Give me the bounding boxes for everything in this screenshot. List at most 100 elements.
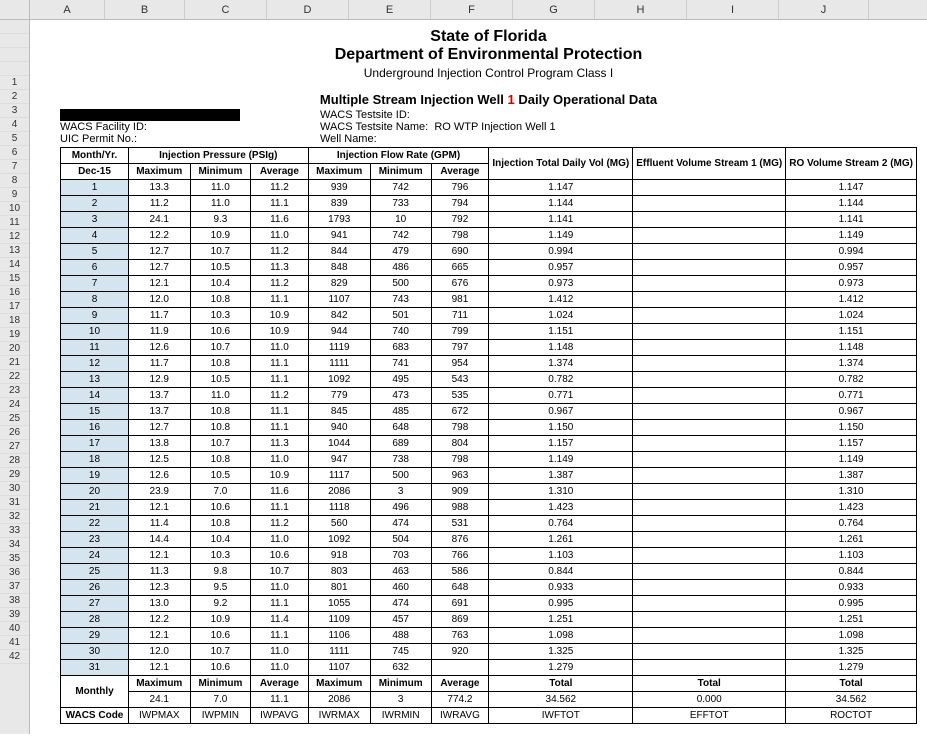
sum-pavg[interactable]: 11.1 xyxy=(251,692,308,708)
cell-tot[interactable]: 1.024 xyxy=(489,308,633,324)
cell-fmax[interactable]: 941 xyxy=(308,228,370,244)
cell-eff[interactable] xyxy=(633,196,786,212)
cell-pavg[interactable]: 11.1 xyxy=(251,596,308,612)
row-header-15[interactable]: 15 xyxy=(0,272,29,286)
cell-pmin[interactable]: 11.0 xyxy=(190,180,251,196)
cell-fmin[interactable]: 632 xyxy=(370,660,431,676)
cell-pmin[interactable]: 10.5 xyxy=(190,260,251,276)
cell-pavg[interactable]: 11.6 xyxy=(251,212,308,228)
cell-favg[interactable]: 648 xyxy=(431,580,489,596)
cell-pmax[interactable]: 13.7 xyxy=(128,404,190,420)
cell-pmax[interactable]: 12.7 xyxy=(128,260,190,276)
row-header-blank[interactable] xyxy=(0,20,29,34)
cell-fmin[interactable]: 496 xyxy=(370,500,431,516)
cell-tot[interactable]: 1.251 xyxy=(489,612,633,628)
cell-pavg[interactable]: 11.0 xyxy=(251,452,308,468)
cell-pmax[interactable]: 13.7 xyxy=(128,388,190,404)
cell-tot[interactable]: 1.279 xyxy=(489,660,633,676)
cell-pmin[interactable]: 10.7 xyxy=(190,244,251,260)
cell-fmax[interactable]: 845 xyxy=(308,404,370,420)
cell-pmax[interactable]: 12.6 xyxy=(128,340,190,356)
row-header-33[interactable]: 33 xyxy=(0,524,29,538)
cell-eff[interactable] xyxy=(633,660,786,676)
row-header-38[interactable]: 38 xyxy=(0,594,29,608)
wacs-fmax[interactable]: IWRMAX xyxy=(308,708,370,724)
cell-eff[interactable] xyxy=(633,180,786,196)
table-row[interactable]: 512.710.711.28444796900.9940.994 xyxy=(61,244,917,260)
row-header-6[interactable]: 6 xyxy=(0,146,29,160)
cell-pmin[interactable]: 10.6 xyxy=(190,660,251,676)
cell-eff[interactable] xyxy=(633,244,786,260)
hdr-effluent[interactable]: Effluent Volume Stream 1 (MG) xyxy=(633,148,786,180)
table-row[interactable]: 211.211.011.18397337941.1441.144 xyxy=(61,196,917,212)
cell-fmin[interactable]: 745 xyxy=(370,644,431,660)
cell-fmin[interactable]: 10 xyxy=(370,212,431,228)
cell-d[interactable]: 30 xyxy=(61,644,129,660)
cell-eff[interactable] xyxy=(633,580,786,596)
cell-favg[interactable]: 543 xyxy=(431,372,489,388)
cell-tot[interactable]: 1.412 xyxy=(489,292,633,308)
cell-d[interactable]: 9 xyxy=(61,308,129,324)
cell-ro[interactable]: 0.973 xyxy=(786,276,917,292)
cell-tot[interactable]: 1.261 xyxy=(489,532,633,548)
cell-pmin[interactable]: 10.8 xyxy=(190,292,251,308)
cell-pmin[interactable]: 10.9 xyxy=(190,228,251,244)
row-header-3[interactable]: 3 xyxy=(0,104,29,118)
cell-favg[interactable]: 672 xyxy=(431,404,489,420)
table-row[interactable]: 2112.110.611.111184969881.4231.423 xyxy=(61,500,917,516)
cell-tot[interactable]: 1.098 xyxy=(489,628,633,644)
cell-fmin[interactable]: 457 xyxy=(370,612,431,628)
row-header-25[interactable]: 25 xyxy=(0,412,29,426)
cell-fmax[interactable]: 939 xyxy=(308,180,370,196)
cell-eff[interactable] xyxy=(633,564,786,580)
cell-favg[interactable]: 711 xyxy=(431,308,489,324)
cell-ro[interactable]: 1.148 xyxy=(786,340,917,356)
cell-favg[interactable]: 799 xyxy=(431,324,489,340)
row-header-32[interactable]: 32 xyxy=(0,510,29,524)
cell-fmax[interactable]: 2086 xyxy=(308,484,370,500)
cell-fmin[interactable]: 474 xyxy=(370,516,431,532)
cell-fmax[interactable]: 1106 xyxy=(308,628,370,644)
table-row[interactable]: 1413.711.011.27794735350.7710.771 xyxy=(61,388,917,404)
cell-eff[interactable] xyxy=(633,420,786,436)
cell-fmin[interactable]: 742 xyxy=(370,228,431,244)
cell-favg[interactable] xyxy=(431,660,489,676)
cell-fmax[interactable]: 842 xyxy=(308,308,370,324)
cell-eff[interactable] xyxy=(633,404,786,420)
table-row[interactable]: 2023.97.011.6208639091.3101.310 xyxy=(61,484,917,500)
cell-favg[interactable]: 869 xyxy=(431,612,489,628)
cell-pmax[interactable]: 13.8 xyxy=(128,436,190,452)
cell-fmin[interactable]: 473 xyxy=(370,388,431,404)
cell-ro[interactable]: 0.967 xyxy=(786,404,917,420)
cell-pmax[interactable]: 13.0 xyxy=(128,596,190,612)
cell-tot[interactable]: 1.387 xyxy=(489,468,633,484)
cell-tot[interactable]: 1.149 xyxy=(489,228,633,244)
cell-ro[interactable]: 1.387 xyxy=(786,468,917,484)
cell-d[interactable]: 3 xyxy=(61,212,129,228)
cell-eff[interactable] xyxy=(633,388,786,404)
sum-favg[interactable]: 774.2 xyxy=(431,692,489,708)
cell-pmax[interactable]: 11.2 xyxy=(128,196,190,212)
cell-eff[interactable] xyxy=(633,372,786,388)
cell-eff[interactable] xyxy=(633,548,786,564)
cell-pavg[interactable]: 11.1 xyxy=(251,292,308,308)
cell-fmin[interactable]: 703 xyxy=(370,548,431,564)
cell-tot[interactable]: 0.771 xyxy=(489,388,633,404)
cell-ro[interactable]: 1.310 xyxy=(786,484,917,500)
cell-tot[interactable]: 1.103 xyxy=(489,548,633,564)
cell-d[interactable]: 5 xyxy=(61,244,129,260)
cell-d[interactable]: 12 xyxy=(61,356,129,372)
hdr-grp-pressure[interactable]: Injection Pressure (PSIg) xyxy=(128,148,308,164)
row-header-42[interactable]: 42 xyxy=(0,650,29,664)
table-row[interactable]: 2812.210.911.411094578691.2511.251 xyxy=(61,612,917,628)
cell-fmax[interactable]: 829 xyxy=(308,276,370,292)
cell-pmax[interactable]: 14.4 xyxy=(128,532,190,548)
cell-favg[interactable]: 794 xyxy=(431,196,489,212)
cell-fmax[interactable]: 940 xyxy=(308,420,370,436)
table-row[interactable]: 2713.09.211.110554746910.9950.995 xyxy=(61,596,917,612)
cell-pmax[interactable]: 12.1 xyxy=(128,628,190,644)
row-header-16[interactable]: 16 xyxy=(0,286,29,300)
cell-ro[interactable]: 1.151 xyxy=(786,324,917,340)
cell-eff[interactable] xyxy=(633,484,786,500)
cell-pmin[interactable]: 10.3 xyxy=(190,308,251,324)
